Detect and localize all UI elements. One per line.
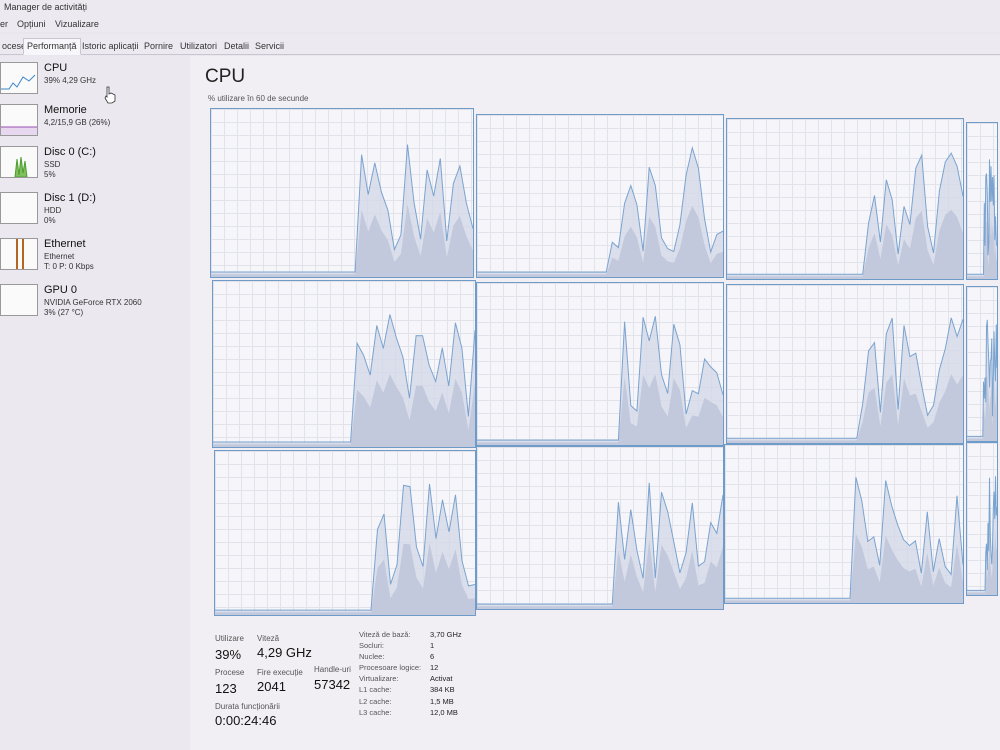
sidebar-item-cpu[interactable]: CPU 39% 4,29 GHz: [0, 60, 186, 102]
graph-caption: % utilizare în 60 de secunde: [208, 94, 309, 103]
cpu-core-graph: [724, 444, 964, 604]
sidebar-item-label: Disc 0 (C:): [44, 146, 96, 158]
detail-label: Nuclee:: [359, 652, 385, 661]
detail-value: 12,0 MB: [430, 708, 458, 717]
detail-value: 3,70 GHz: [430, 630, 462, 639]
uptime-value: 0:00:24:46: [215, 713, 277, 728]
sidebar-item-usage: 3% (27 °C): [44, 308, 84, 317]
cpu-core-graph: [966, 286, 998, 442]
speed-value: 4,29 GHz: [257, 645, 312, 660]
menu-file[interactable]: er: [0, 19, 8, 29]
tab-users[interactable]: Utilizatori: [176, 38, 221, 55]
cpu-core-graph: [212, 280, 476, 448]
cpu-core-graph: [476, 446, 724, 610]
detail-label: Viteză de bază:: [359, 630, 411, 639]
tab-startup[interactable]: Pornire: [140, 38, 177, 55]
cpu-core-graph: [214, 450, 476, 616]
disk1-thumbnail: [0, 192, 38, 224]
processes-value: 123: [215, 681, 237, 696]
sidebar-item-usage: 5%: [44, 170, 56, 179]
hand-cursor-icon: [104, 86, 116, 104]
detail-value: 384 KB: [430, 685, 455, 694]
sidebar-item-disk1[interactable]: Disc 1 (D:) HDD 0%: [0, 190, 186, 232]
sidebar-item-detail: 4,2/15,9 GB (26%): [44, 118, 111, 127]
window-title: Manager de activități: [4, 2, 88, 12]
sidebar-item-label: Memorie: [44, 104, 87, 116]
memory-thumbnail: [0, 104, 38, 136]
sidebar-item-memory[interactable]: Memorie 4,2/15,9 GB (26%): [0, 102, 186, 144]
sidebar-item-label: Disc 1 (D:): [44, 192, 96, 204]
sidebar-item-label: GPU 0: [44, 284, 78, 296]
tab-details[interactable]: Detalii: [220, 38, 253, 55]
handles-value: 57342: [314, 677, 351, 692]
utilization-value: 39%: [215, 647, 242, 662]
threads-value: 2041: [257, 679, 286, 694]
sidebar-item-disk0[interactable]: Disc 0 (C:) SSD 5%: [0, 144, 186, 186]
detail-value: 1,5 MB: [430, 697, 454, 706]
detail-value: Activat: [430, 674, 453, 683]
sidebar-item-detail: NVIDIA GeForce RTX 2060: [44, 298, 142, 307]
detail-label: Procesoare logice:: [359, 663, 422, 672]
sidebar-item-label: CPU: [44, 62, 68, 74]
speed-label: Viteză: [257, 634, 280, 643]
cpu-core-graph: [966, 442, 998, 596]
sidebar-item-throughput: T: 0 P: 0 Kbps: [44, 262, 94, 271]
cpu-core-graph: [726, 284, 964, 444]
sidebar-item-detail: HDD: [44, 206, 62, 215]
sidebar-item-detail: Ethernet: [44, 252, 75, 261]
tab-app-history[interactable]: Istoric aplicații: [78, 38, 143, 55]
page-title: CPU: [205, 66, 246, 87]
detail-label: Virtualizare:: [359, 674, 399, 683]
uptime-label: Durata funcționării: [215, 702, 280, 711]
detail-label: L3 cache:: [359, 708, 392, 717]
sidebar-item-ethernet[interactable]: Ethernet Ethernet T: 0 P: 0 Kbps: [0, 236, 186, 278]
tab-performance[interactable]: Performanță: [23, 38, 81, 55]
handles-label: Handle-uri: [314, 665, 351, 674]
processes-label: Procese: [215, 668, 245, 677]
cpu-core-graph: [966, 122, 998, 280]
tab-services[interactable]: Servicii: [251, 38, 288, 55]
resource-sidebar: CPU 39% 4,29 GHz Memorie 4,2/15,9 GB (26…: [0, 56, 190, 750]
cpu-core-graph: [476, 282, 724, 446]
sidebar-item-detail: SSD: [44, 160, 61, 169]
cpu-core-graph: [210, 108, 474, 278]
threads-label: Fire execuție: [257, 668, 303, 677]
detail-label: Socluri:: [359, 641, 385, 650]
title-bar: Manager de activități: [0, 0, 1000, 16]
cpu-panel: CPU % utilizare în 60 de secunde Utiliza…: [190, 56, 1000, 750]
gpu-thumbnail: [0, 284, 38, 316]
ethernet-thumbnail: [0, 238, 38, 270]
sidebar-item-usage: 0%: [44, 216, 56, 225]
detail-value: 1: [430, 641, 435, 650]
tab-bar: ocese Performanță Istoric aplicații Porn…: [0, 34, 1000, 55]
detail-label: L1 cache:: [359, 685, 392, 694]
disk0-thumbnail: [0, 146, 38, 178]
cpu-core-graph: [726, 118, 964, 280]
detail-value: 12: [430, 663, 439, 672]
detail-value: 6: [430, 652, 435, 661]
detail-label: L2 cache:: [359, 697, 392, 706]
sidebar-item-detail: 39% 4,29 GHz: [44, 76, 97, 85]
menu-bar: er Opțiuni Vizualizare: [0, 16, 1000, 32]
utilization-label: Utilizare: [215, 634, 244, 643]
menu-view[interactable]: Vizualizare: [55, 19, 99, 29]
cpu-core-graph: [476, 114, 724, 278]
sidebar-item-gpu[interactable]: GPU 0 NVIDIA GeForce RTX 2060 3% (27 °C): [0, 282, 186, 324]
sidebar-item-label: Ethernet: [44, 238, 86, 250]
cpu-thumbnail: [0, 62, 38, 94]
menu-options[interactable]: Opțiuni: [17, 19, 46, 29]
